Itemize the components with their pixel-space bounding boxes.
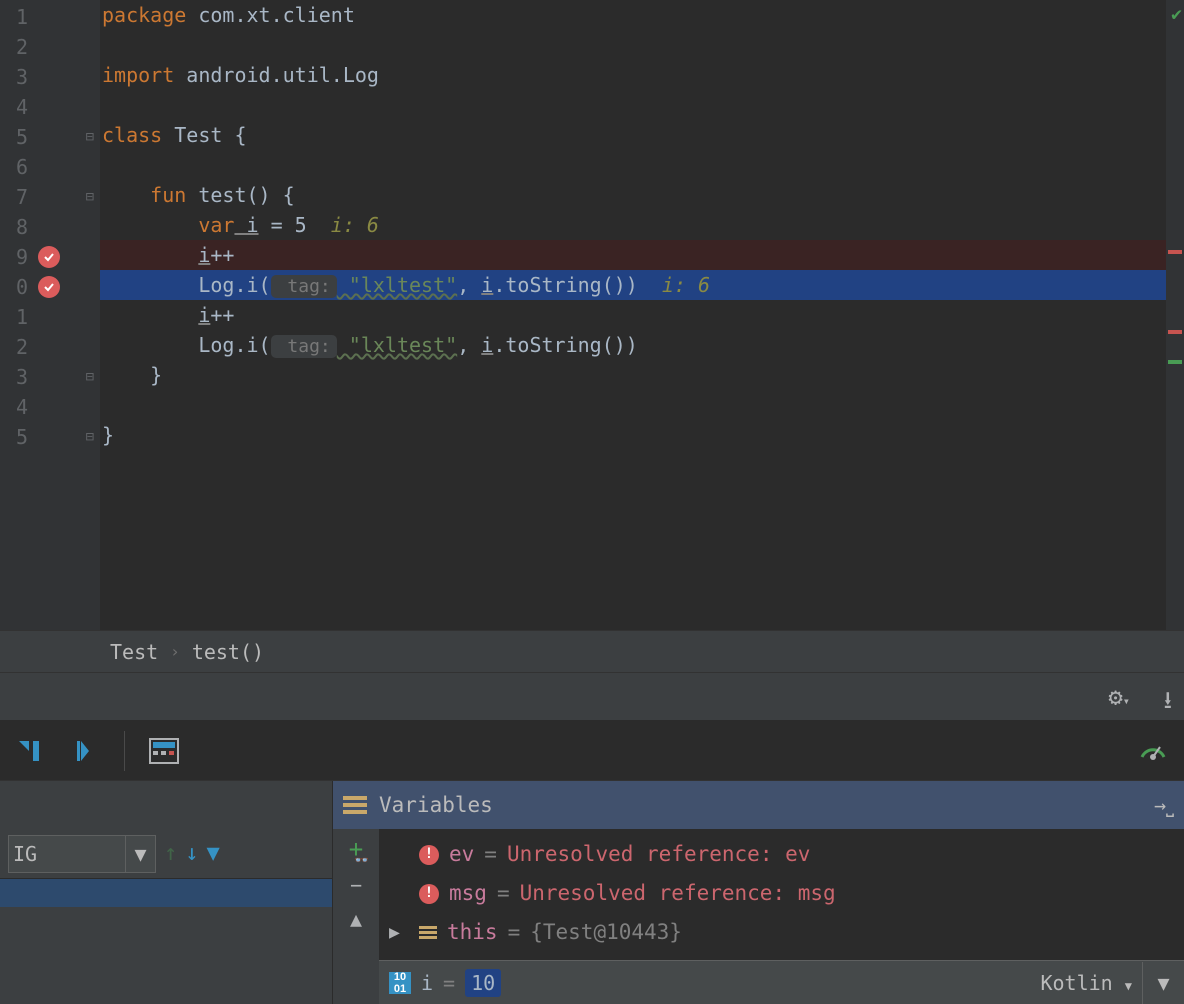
breakpoint-icon[interactable] xyxy=(38,276,60,298)
expand-icon[interactable]: →⎵ xyxy=(1154,793,1174,817)
error-icon: ! xyxy=(419,884,439,904)
fold-end-icon[interactable]: ⊟ xyxy=(86,369,94,385)
object-icon xyxy=(419,926,437,939)
line-number: 5 xyxy=(0,425,28,449)
code-line: package com.xt.client xyxy=(100,0,1184,30)
variable-row[interactable]: ! msg = Unresolved reference: msg xyxy=(389,874,1174,913)
language-label[interactable]: Kotlin ▼ xyxy=(1040,971,1132,995)
history-dropdown-icon[interactable]: ▼ xyxy=(1142,962,1184,1004)
line-number: 2 xyxy=(0,335,28,359)
code-line: class Test { xyxy=(100,120,1184,150)
thread-dropdown[interactable]: IG ▼ xyxy=(8,835,156,873)
ruler-mark[interactable] xyxy=(1168,360,1182,364)
previous-frame-icon[interactable]: ↑ xyxy=(164,841,177,866)
variables-header: Variables →⎵ xyxy=(333,781,1184,829)
frames-panel: IG ▼ ↑ ↓ ▼ xyxy=(0,781,333,1004)
code-line: } xyxy=(100,420,1184,450)
line-number: 9 xyxy=(0,245,28,269)
breadcrumb-class[interactable]: Test xyxy=(110,640,158,664)
code-line: fun test() { xyxy=(100,180,1184,210)
fold-icon[interactable]: ⊟ xyxy=(86,129,94,145)
line-number: 3 xyxy=(0,365,28,389)
variables-gutter: + − ▲ xyxy=(333,829,379,1004)
line-number: 3 xyxy=(0,65,28,89)
breadcrumb[interactable]: Test › test() xyxy=(0,630,1184,673)
line-number: 4 xyxy=(0,95,28,119)
step-into-icon[interactable] xyxy=(12,734,46,768)
param-hint: tag: xyxy=(271,275,337,298)
eval-var-name: i xyxy=(421,971,433,995)
filter-icon[interactable]: ▼ xyxy=(207,841,220,866)
variables-icon xyxy=(343,796,367,814)
gutter: 1 2 3 4 5 ⊟ 6 7 ⊟ 8 9 0 1 2 3 ⊟ 4 5 ⊟ xyxy=(0,0,100,630)
code-line xyxy=(100,150,1184,180)
line-number: 0 xyxy=(0,275,28,299)
download-icon[interactable]: ⭳ xyxy=(1164,683,1172,724)
speedometer-icon[interactable] xyxy=(1138,735,1168,770)
variables-title: Variables xyxy=(379,793,493,817)
code-line: Log.i( tag: "lxltest", i.toString()) xyxy=(100,330,1184,360)
line-number: 8 xyxy=(0,215,28,239)
debug-inner-toolbar xyxy=(0,721,1184,781)
inline-hint: i: 6 xyxy=(307,213,379,237)
binary-icon: 1001 xyxy=(389,972,411,994)
line-number: 2 xyxy=(0,35,28,59)
variables-panel: Variables →⎵ + − ▲ ! ev = Unresolved ref… xyxy=(333,781,1184,1004)
thread-dropdown-label: IG xyxy=(13,842,37,866)
debug-toolbar: ⚙▾ ⭳ xyxy=(0,673,1184,721)
code-text-area[interactable]: package com.xt.client import android.uti… xyxy=(100,0,1184,630)
eval-input[interactable]: 10 xyxy=(465,969,501,997)
code-line xyxy=(100,90,1184,120)
next-frame-icon[interactable]: ↓ xyxy=(185,841,198,866)
fold-end-icon[interactable]: ⊟ xyxy=(86,429,94,445)
debug-bottom-panel: IG ▼ ↑ ↓ ▼ Variables →⎵ + − ▲ xyxy=(0,781,1184,1004)
error-icon: ! xyxy=(419,845,439,865)
ruler-mark[interactable] xyxy=(1168,330,1182,334)
breadcrumb-method[interactable]: test() xyxy=(192,640,264,664)
code-line xyxy=(100,30,1184,60)
inline-hint: i: 6 xyxy=(638,273,710,297)
expand-triangle-icon[interactable]: ▶ xyxy=(389,913,409,952)
code-line xyxy=(100,390,1184,420)
chevron-down-icon[interactable]: ▼ xyxy=(125,836,155,872)
inspections-ok-icon[interactable]: ✔ xyxy=(1171,4,1182,25)
remove-watch-icon[interactable]: − xyxy=(350,873,362,897)
line-number: 4 xyxy=(0,395,28,419)
evaluate-input-row: 1001 i = 10 Kotlin ▼ ▼ xyxy=(379,960,1184,1004)
fold-icon[interactable]: ⊟ xyxy=(86,189,94,205)
frames-list[interactable] xyxy=(0,879,332,1004)
code-line: i++ xyxy=(100,240,1184,270)
up-icon[interactable]: ▲ xyxy=(350,907,362,931)
breadcrumb-separator: › xyxy=(170,642,180,661)
selected-frame[interactable] xyxy=(0,879,332,907)
overview-ruler[interactable]: ✔ xyxy=(1166,0,1184,630)
line-number: 1 xyxy=(0,5,28,29)
code-line-current: Log.i( tag: "lxltest", i.toString()) i: … xyxy=(100,270,1184,300)
code-line: i++ xyxy=(100,300,1184,330)
separator xyxy=(124,731,125,771)
frames-filter-row: IG ▼ ↑ ↓ ▼ xyxy=(0,829,332,879)
editor-area: 1 2 3 4 5 ⊟ 6 7 ⊟ 8 9 0 1 2 3 ⊟ 4 5 ⊟ packag… xyxy=(0,0,1184,630)
ruler-mark[interactable] xyxy=(1168,250,1182,254)
calculator-icon[interactable] xyxy=(147,734,181,768)
line-number: 1 xyxy=(0,305,28,329)
line-number: 5 xyxy=(0,125,28,149)
variable-row[interactable]: ▶ this = {Test@10443} xyxy=(389,913,1174,952)
variable-row[interactable]: ! ev = Unresolved reference: ev xyxy=(389,835,1174,874)
gear-icon[interactable]: ⚙▾ xyxy=(1108,683,1130,711)
code-line: var i = 5 i: 6 xyxy=(100,210,1184,240)
code-line: } xyxy=(100,360,1184,390)
line-number: 7 xyxy=(0,185,28,209)
param-hint: tag: xyxy=(271,335,337,358)
breakpoint-icon[interactable] xyxy=(38,246,60,268)
cursor-icon[interactable] xyxy=(68,734,102,768)
line-number: 6 xyxy=(0,155,28,179)
code-line: import android.util.Log xyxy=(100,60,1184,90)
add-watch-icon[interactable]: + xyxy=(349,835,363,863)
